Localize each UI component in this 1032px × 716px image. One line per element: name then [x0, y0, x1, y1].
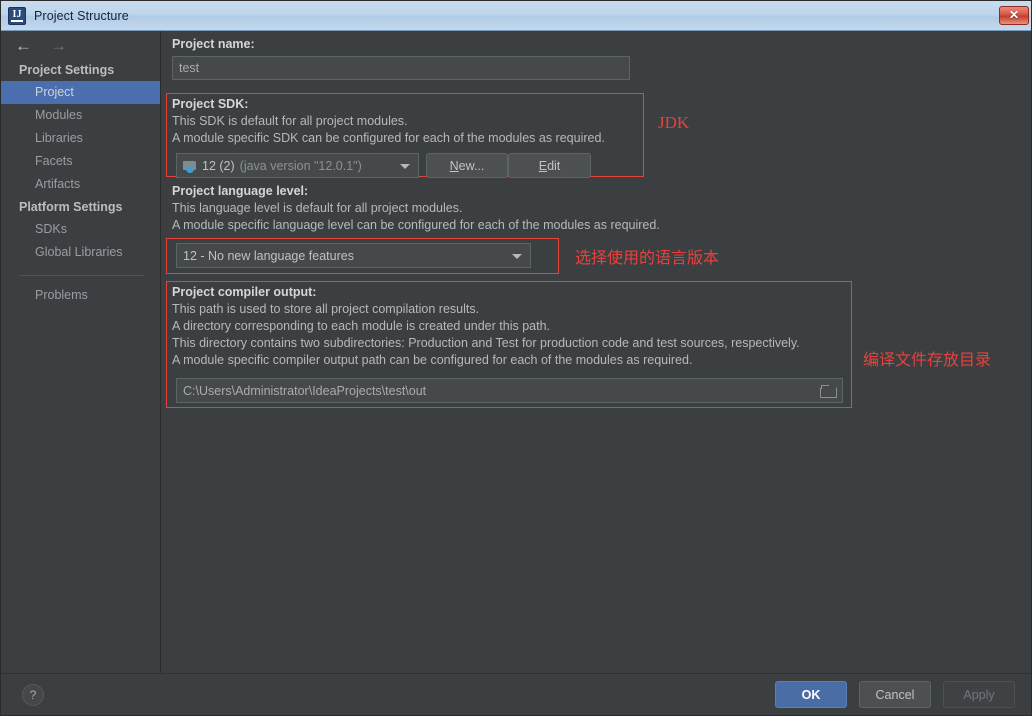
- project-sdk-label: Project SDK:: [172, 97, 249, 111]
- sidebar-item-facets[interactable]: Facets: [1, 150, 160, 173]
- sidebar-group-project-settings: Project Settings: [19, 63, 115, 77]
- chevron-down-icon: [400, 163, 410, 169]
- compiler-output-desc-1: This path is used to store all project c…: [172, 302, 480, 316]
- project-sdk-combo[interactable]: 12 (2) (java version "12.0.1"): [176, 153, 419, 178]
- back-arrow-icon[interactable]: ←: [15, 37, 32, 54]
- sidebar-item-problems[interactable]: Problems: [1, 284, 160, 307]
- title-bar: Project Structure ✕: [1, 1, 1031, 31]
- sidebar-item-modules[interactable]: Modules: [1, 104, 160, 127]
- close-button[interactable]: ✕: [999, 6, 1029, 25]
- dialog-content: ← → Project Settings Project Modules Lib…: [1, 31, 1031, 675]
- apply-button: Apply: [943, 681, 1015, 708]
- project-sdk-desc-2: A module specific SDK can be configured …: [172, 131, 605, 145]
- compiler-output-desc-3: This directory contains two subdirectori…: [172, 336, 800, 350]
- window-title: Project Structure: [34, 8, 129, 23]
- compiler-output-path-input[interactable]: [176, 378, 843, 403]
- chevron-down-icon: [512, 253, 522, 259]
- sdk-edit-mnemonic: E: [538, 158, 548, 173]
- sdk-new-mnemonic: N: [449, 158, 459, 173]
- close-icon: ✕: [1008, 8, 1020, 22]
- language-level-annotation-text: 选择使用的语言版本: [575, 248, 720, 267]
- language-level-desc-2: A module specific language level can be …: [172, 218, 660, 232]
- compiler-output-label: Project compiler output:: [172, 285, 317, 299]
- project-sdk-desc-1: This SDK is default for all project modu…: [172, 114, 408, 128]
- project-name-input[interactable]: [172, 56, 630, 80]
- compiler-output-annotation-text: 编译文件存放目录: [863, 350, 992, 369]
- project-name-label: Project name:: [172, 37, 255, 51]
- language-level-combo-value: 12 - No new language features: [183, 248, 354, 263]
- project-sdk-combo-version: (java version "12.0.1"): [239, 158, 362, 173]
- project-structure-dialog: Project Structure ✕ ← → Project Settings…: [0, 0, 1032, 716]
- ok-button[interactable]: OK: [775, 681, 847, 708]
- language-level-combo[interactable]: 12 - No new language features: [176, 243, 531, 268]
- footer-actions: OK Cancel Apply: [775, 681, 1015, 708]
- sdk-new-button[interactable]: New...: [426, 153, 508, 178]
- compiler-output-path-field[interactable]: [176, 378, 843, 403]
- sidebar-divider: [19, 275, 144, 276]
- forward-arrow-icon[interactable]: →: [50, 37, 67, 54]
- navigation-arrows: ← →: [1, 31, 160, 59]
- compiler-output-desc-2: A directory corresponding to each module…: [172, 319, 550, 333]
- sdk-annotation-text: JDK: [658, 113, 690, 132]
- sidebar-item-sdks[interactable]: SDKs: [1, 218, 160, 241]
- project-sdk-combo-value: 12 (2): [202, 158, 235, 173]
- java-sdk-icon: [183, 160, 197, 173]
- cancel-button[interactable]: Cancel: [859, 681, 931, 708]
- language-level-label: Project language level:: [172, 184, 309, 198]
- sdk-edit-button[interactable]: Edit: [508, 153, 591, 178]
- language-level-desc-1: This language level is default for all p…: [172, 201, 463, 215]
- dialog-footer: ? OK Cancel Apply: [1, 673, 1031, 715]
- sdk-new-rest: ew...: [458, 158, 485, 173]
- sidebar-group-platform-settings: Platform Settings: [19, 200, 123, 214]
- sidebar-item-libraries[interactable]: Libraries: [1, 127, 160, 150]
- sidebar: ← → Project Settings Project Modules Lib…: [1, 31, 161, 675]
- folder-browse-icon[interactable]: [820, 384, 837, 398]
- sidebar-item-global-libraries[interactable]: Global Libraries: [1, 241, 160, 264]
- sidebar-item-artifacts[interactable]: Artifacts: [1, 173, 160, 196]
- compiler-output-desc-4: A module specific compiler output path c…: [172, 353, 693, 367]
- help-icon: ?: [29, 687, 37, 702]
- sdk-edit-rest: dit: [547, 158, 561, 173]
- help-button[interactable]: ?: [22, 683, 44, 706]
- sidebar-item-project[interactable]: Project: [1, 81, 160, 104]
- intellij-idea-icon: [8, 6, 26, 25]
- main-panel: Project name: Project SDK: This SDK is d…: [161, 31, 1031, 675]
